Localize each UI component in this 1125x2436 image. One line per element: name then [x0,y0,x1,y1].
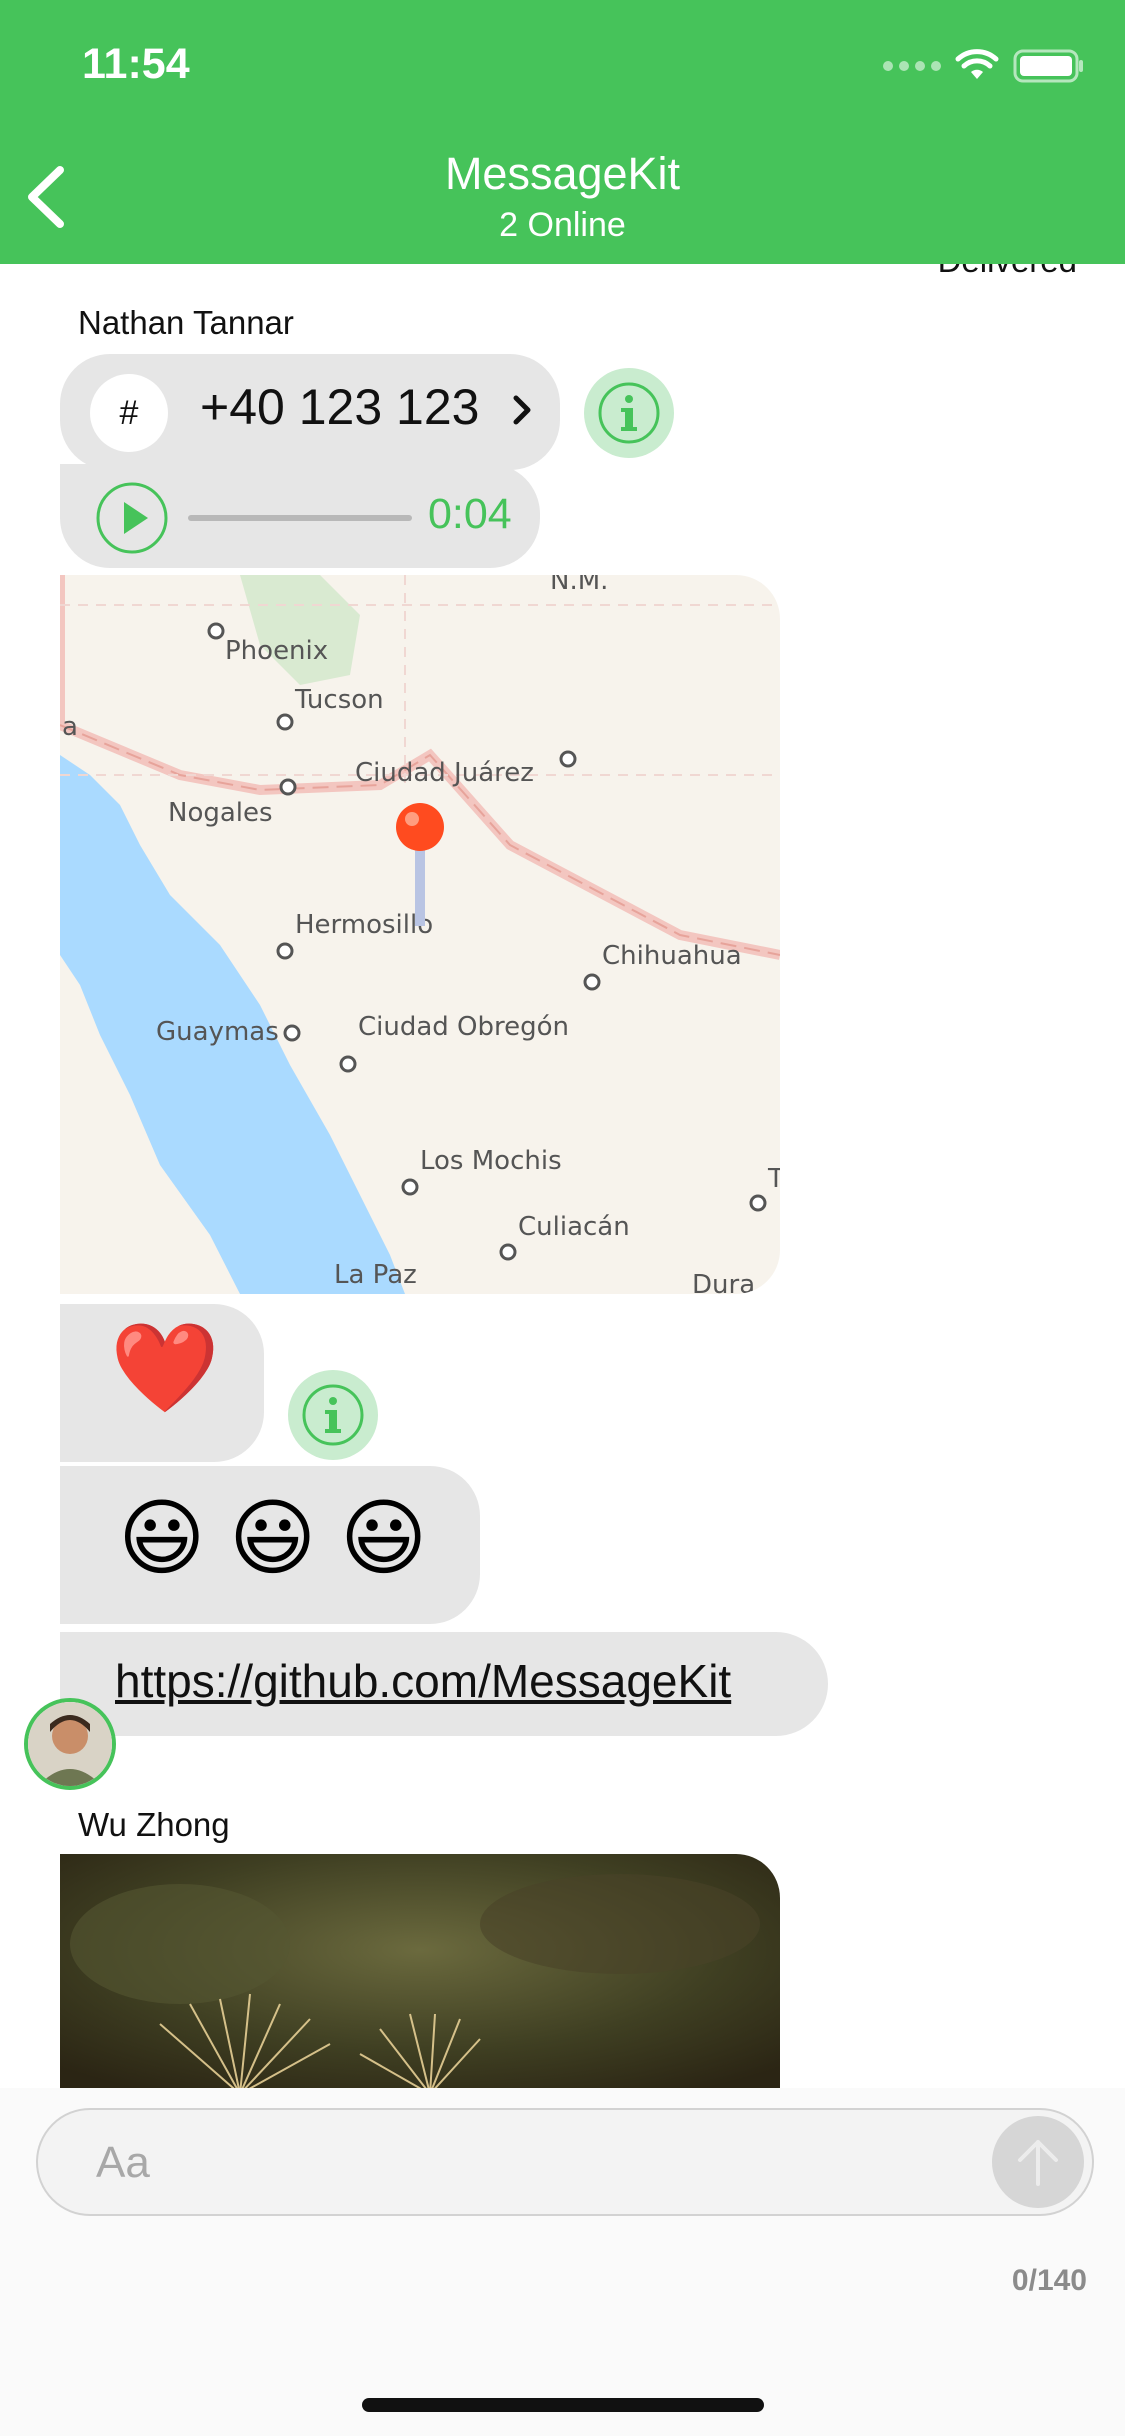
map-label: Tucson [294,685,384,715]
audio-message-bubble[interactable]: 0:04 [60,464,540,568]
map-label: T [767,1164,780,1194]
map-label: Phoenix [225,636,328,666]
photo-message[interactable] [60,1854,780,2088]
battery-icon [1013,49,1083,83]
github-link[interactable]: https://github.com/MessageKit [115,1654,731,1708]
map-label: Ciudad Juárez [355,758,534,788]
status-indicators [883,48,1085,84]
map-label: Guaymas [156,1017,279,1047]
play-icon[interactable] [96,482,168,554]
map-label: Chihuahua [602,941,742,971]
map-label: Nogales [168,798,273,828]
map-label: La Paz [334,1260,417,1290]
info-icon [598,382,660,444]
home-indicator [362,2398,764,2412]
wifi-icon [955,49,999,79]
delivered-label: Delivered [938,264,1077,280]
navigation-header: 11:54 MessageKit 2 Online [0,0,1125,264]
message-input-bar: 0/140 [0,2088,1125,2436]
info-button[interactable] [584,368,674,458]
info-icon [302,1384,364,1446]
character-count: 0/140 [1011,2264,1087,2297]
map-label: Ciudad Obregón [358,1012,569,1042]
contact-avatar: # [90,374,168,452]
info-button[interactable] [288,1370,378,1460]
nav-subtitle: 2 Online [499,206,626,244]
contact-message-bubble[interactable]: # +40 123 123 [60,354,560,470]
audio-duration: 0:04 [428,490,512,538]
map-label: N.M. [550,575,608,596]
map-label: Culiacán [518,1212,630,1242]
photo-image [60,1854,780,2088]
audio-progress-bar[interactable] [188,515,412,521]
message-list[interactable]: Delivered Nathan Tannar # +40 123 123 0:… [0,264,1125,2088]
sender-name: Wu Zhong [78,1806,230,1843]
nav-title: MessageKit [444,148,681,199]
map-label: a [62,712,78,742]
status-time: 11:54 [82,40,190,88]
phone-number: +40 123 123 [200,379,480,435]
link-message-bubble[interactable]: https://github.com/MessageKit [60,1632,828,1736]
message-input[interactable] [94,2110,978,2216]
avatar[interactable] [24,1698,116,1790]
sender-name: Nathan Tannar [78,304,294,341]
smile-emojis: 😃 😃 😃 [118,1491,428,1585]
emoji-message-bubble[interactable]: 😃 😃 😃 [60,1466,480,1624]
emoji-message-bubble[interactable]: ❤️ [60,1304,264,1462]
send-button[interactable] [992,2116,1084,2208]
map-label: Hermosillo [295,910,433,940]
cellular-signal-icon [883,61,941,71]
map-label: Los Mochis [420,1146,562,1176]
heart-emoji: ❤️ [110,1318,220,1417]
location-message-map[interactable]: N.M. Phoenix Tucson Ciudad Juárez Nogale… [60,575,780,1294]
message-input-container[interactable] [36,2108,1094,2216]
chevron-right-icon [513,395,531,425]
map-label: Dura [692,1270,755,1294]
send-arrow-icon [1018,2140,1058,2186]
map-image: N.M. Phoenix Tucson Ciudad Juárez Nogale… [60,575,780,1294]
